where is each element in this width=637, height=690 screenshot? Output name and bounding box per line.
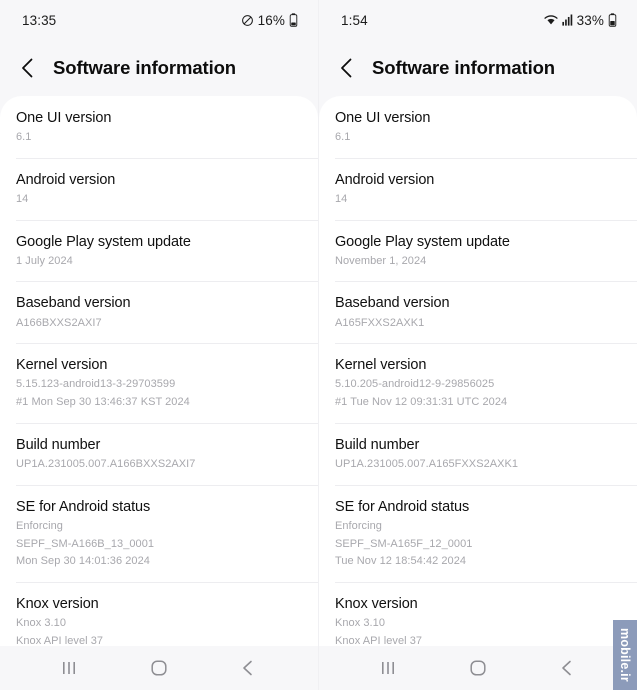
status-bar-icons: 16% — [241, 13, 298, 28]
list-item-value: November 1, 2024 — [335, 254, 427, 267]
page-title: Software information — [372, 57, 556, 78]
list-item[interactable]: SE for Android status Enforcing SEPF_SM-A1… — [319, 484, 637, 582]
list-item[interactable]: Build number UP1A.231005.007.A165FXXS2AXK… — [319, 422, 637, 485]
list-item-value: Tue Nov 12 18:54:42 2024 — [335, 555, 467, 568]
recents-button[interactable] — [366, 653, 412, 683]
list-item-value: #1 Mon Sep 30 13:46:37 KST 2024 — [16, 396, 190, 409]
list-item[interactable]: SE for Android status Enforcing SEPF_SM-A1… — [0, 484, 318, 582]
list-item-title: One UI version — [16, 110, 112, 126]
list-item-value: SEPF_SM-A165F_12_0001 — [335, 537, 473, 550]
list-item-value: 6.1 — [16, 131, 32, 144]
list-item-value: Mon Sep 30 14:01:36 2024 — [16, 555, 150, 568]
list-item-title: Baseband version — [335, 295, 450, 312]
list-item[interactable]: Android version 14 — [0, 157, 318, 220]
list-item-title: Baseband version — [16, 295, 131, 312]
back-button[interactable] — [336, 57, 358, 79]
list-item-title: Knox version — [335, 596, 418, 613]
battery-percent-label: 33% — [576, 12, 604, 28]
list-item-value: Enforcing — [16, 519, 63, 532]
list-item-value: UP1A.231005.007.A166BXXS2AXI7 — [16, 457, 196, 470]
list-item-value: 1 July 2024 — [16, 254, 73, 267]
list-item[interactable]: Kernel version 5.10.205-android12-9-29856… — [319, 343, 637, 423]
navigation-bar — [0, 646, 318, 690]
software-info-list: One UI version 6.1 Android version 14 Google… — [0, 96, 318, 646]
list-item[interactable]: Baseband version A166BXXS2AXI7 — [0, 281, 318, 343]
battery-percent-label: 16% — [257, 12, 285, 28]
app-bar: Software information — [0, 40, 318, 96]
list-item[interactable]: One UI version 6.1 — [319, 96, 637, 158]
list-item-title: Android version — [16, 171, 116, 188]
software-info-list: One UI version 6.1 Android version 14 Google… — [319, 96, 637, 646]
list-item-value: A166BXXS2AXI7 — [16, 316, 102, 329]
list-item-value: SEPF_SM-A166B_13_0001 — [16, 537, 155, 550]
list-item[interactable]: Knox version Knox 3.10 Knox API level 37 — [319, 582, 637, 646]
list-item-title: Build number — [335, 436, 420, 453]
no-signal-icon — [241, 14, 254, 27]
recents-button[interactable] — [47, 653, 93, 683]
battery-icon — [289, 13, 298, 27]
list-item-title: Android version — [335, 171, 435, 188]
list-item-value: Knox 3.10 — [335, 617, 385, 630]
list-item[interactable]: Google Play system update 1 July 2024 — [0, 219, 318, 282]
list-item-title: SE for Android status — [16, 498, 151, 515]
list-item-title: One UI version — [335, 110, 431, 126]
list-item[interactable]: Knox version Knox 3.10 Knox API level 37 — [0, 582, 318, 646]
app-bar: Software information — [319, 40, 637, 96]
back-nav-button[interactable] — [225, 653, 271, 683]
list-item[interactable]: Android version 14 — [319, 157, 637, 220]
status-bar-icons: 33% — [544, 13, 617, 28]
list-item-value: 14 — [335, 192, 348, 205]
list-item[interactable]: Google Play system update November 1, 202… — [319, 219, 637, 282]
page-title: Software information — [53, 57, 237, 78]
list-item[interactable]: Kernel version 5.15.123-android13-3-29703… — [0, 343, 318, 423]
list-item-value: 6.1 — [335, 131, 351, 144]
list-item[interactable]: One UI version 6.1 — [0, 96, 318, 158]
status-bar-clock: 1:54 — [341, 12, 368, 28]
back-button[interactable] — [17, 57, 39, 79]
list-item-title: Kernel version — [16, 357, 108, 374]
list-item-value: 5.15.123-android13-3-29703599 — [16, 378, 176, 391]
list-item[interactable]: Baseband version A165FXXS2AXK1 — [319, 281, 637, 343]
status-bar: 13:35 16% — [0, 0, 318, 40]
wifi-icon — [544, 14, 558, 26]
list-item-title: Kernel version — [335, 357, 427, 374]
phone-screenshot-left: 13:35 16% Software information One UI ve… — [0, 0, 318, 690]
back-nav-button[interactable] — [544, 653, 590, 683]
list-item-value: Knox API level 37 — [16, 635, 104, 646]
list-item[interactable]: Build number UP1A.231005.007.A166BXXS2AXI… — [0, 422, 318, 485]
navigation-bar — [319, 646, 637, 690]
list-item-value: 14 — [16, 192, 29, 205]
list-item-value: Enforcing — [335, 519, 382, 532]
watermark-label: mobile.ir — [618, 628, 632, 682]
home-button[interactable] — [455, 653, 501, 683]
signal-bars-icon — [562, 14, 573, 26]
dual-screenshot-comparison: 13:35 16% Software information One UI ve… — [0, 0, 637, 690]
site-watermark: mobile.ir — [613, 620, 637, 690]
list-item-value: 5.10.205-android12-9-29856025 — [335, 378, 495, 391]
list-item-title: Google Play system update — [335, 233, 510, 250]
list-item-title: Google Play system update — [16, 233, 191, 250]
list-item-title: SE for Android status — [335, 498, 470, 515]
home-button[interactable] — [136, 653, 182, 683]
list-item-value: Knox API level 37 — [335, 635, 423, 646]
status-bar: 1:54 33% — [319, 0, 637, 40]
list-item-value: A165FXXS2AXK1 — [335, 316, 425, 329]
phone-screenshot-right: 1:54 33% Software information One UI ver… — [318, 0, 637, 690]
status-bar-clock: 13:35 — [22, 12, 57, 28]
battery-icon — [608, 13, 617, 27]
list-item-value: UP1A.231005.007.A165FXXS2AXK1 — [335, 457, 519, 470]
list-item-title: Build number — [16, 436, 101, 453]
list-item-title: Knox version — [16, 596, 99, 613]
list-item-value: Knox 3.10 — [16, 617, 66, 630]
list-item-value: #1 Tue Nov 12 09:31:31 UTC 2024 — [335, 396, 508, 409]
